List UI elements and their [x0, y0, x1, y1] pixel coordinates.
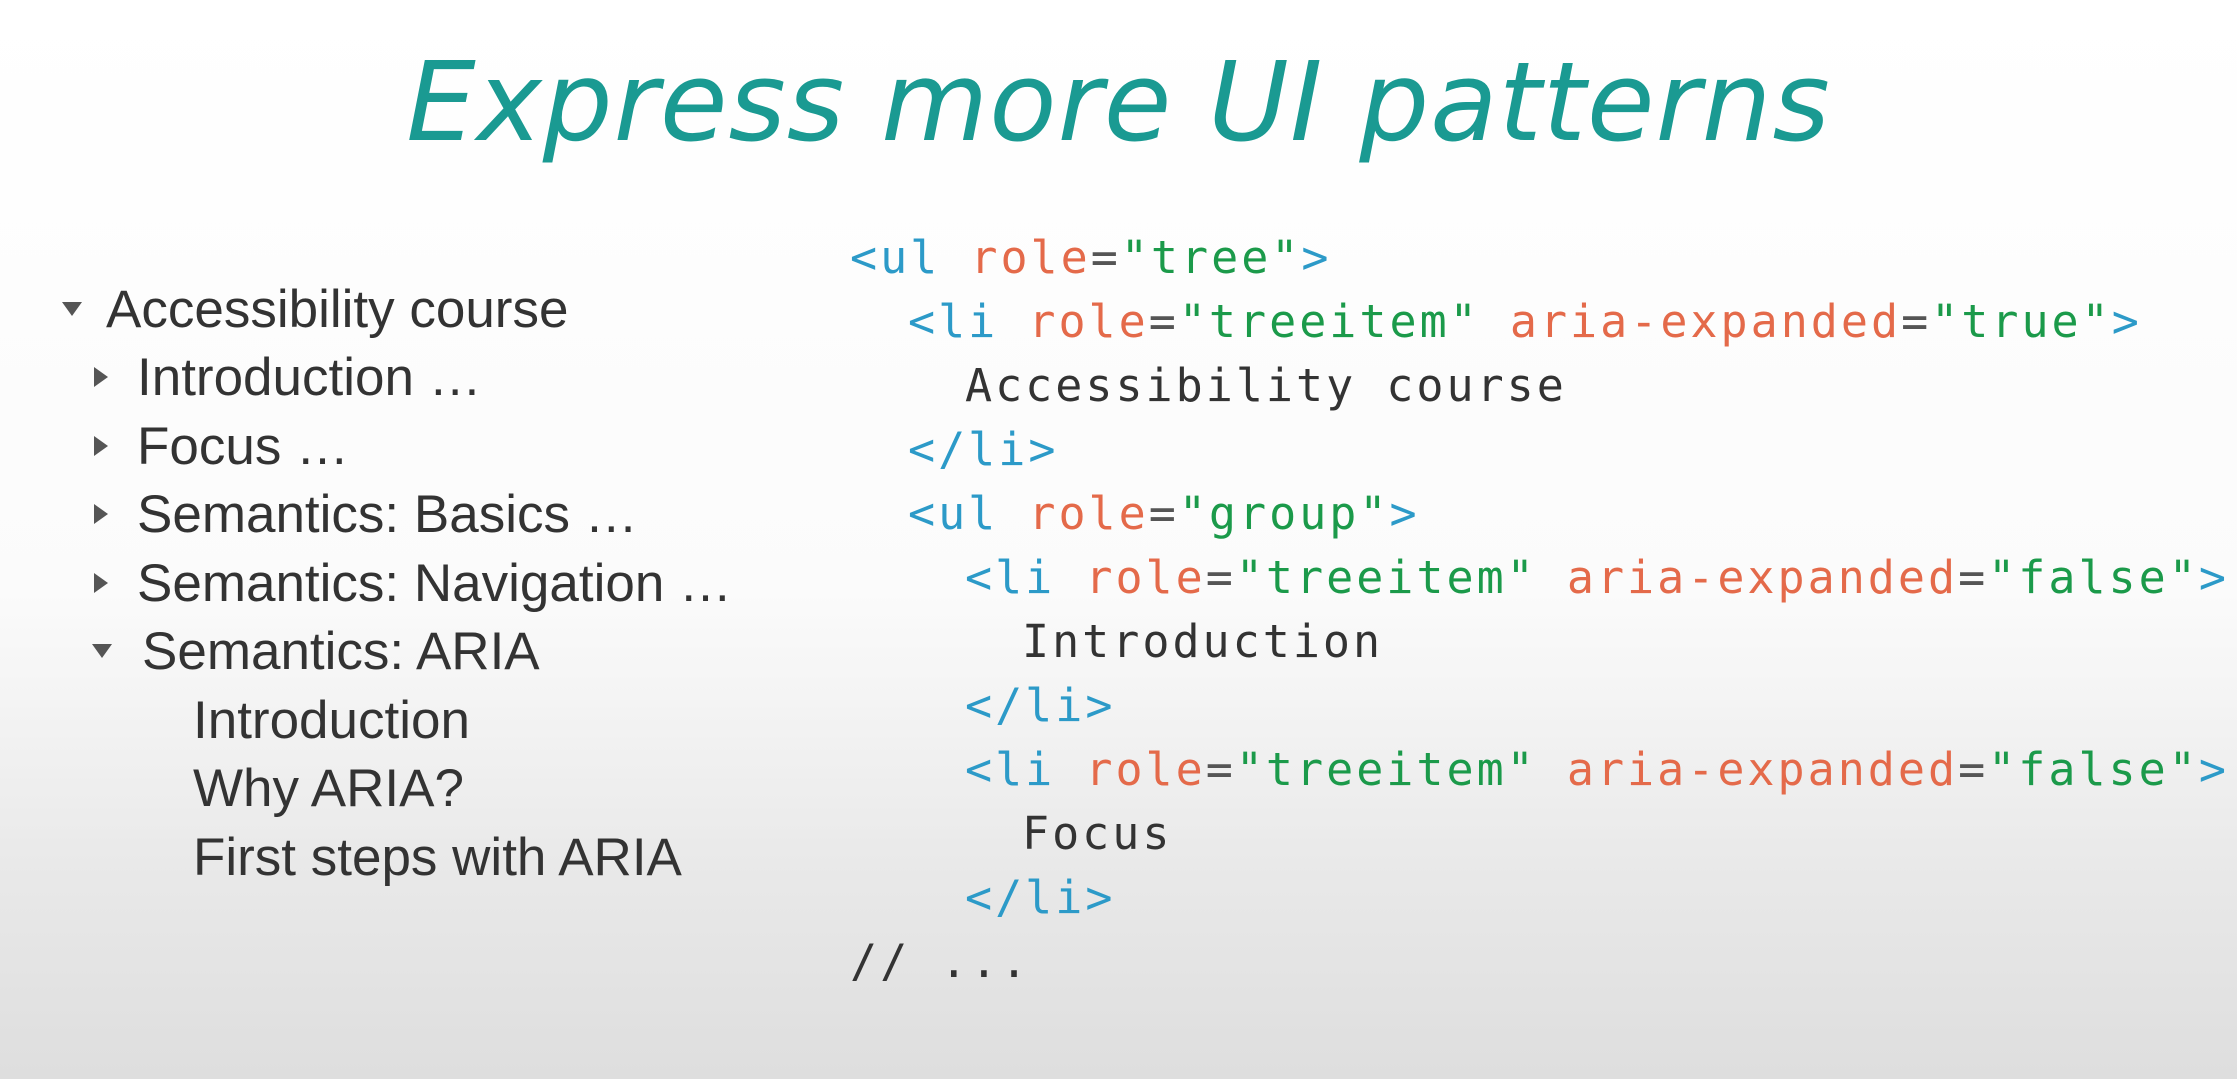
tree-item-label: Semantics: Basics … — [137, 484, 638, 544]
tree-item-label: Semantics: ARIA — [142, 621, 540, 681]
code-equals: = — [1901, 295, 1932, 348]
code-attribute: aria-expanded — [1566, 551, 1959, 604]
code-attribute: role — [1028, 487, 1149, 540]
code-equals: = — [1958, 551, 1989, 604]
code-attribute: role — [970, 231, 1091, 284]
code-string: "false" — [1988, 743, 2199, 796]
code-string: "group" — [1178, 487, 1390, 540]
code-string: "false" — [1988, 551, 2199, 604]
collapsed-triangle-icon[interactable] — [94, 573, 108, 593]
code-tag: > — [2198, 743, 2229, 796]
code-tag: > — [2111, 295, 2142, 348]
code-line: <li role="treeitem" aria-expanded="true"… — [908, 290, 2142, 354]
tree-item-semantics-navigation[interactable]: Semantics: Navigation … — [90, 550, 732, 616]
code-text: Focus — [1022, 807, 1173, 860]
tree-item-label: Focus … — [137, 416, 350, 476]
code-line: <ul role="group"> — [908, 482, 1420, 546]
code-tag: > — [1301, 231, 1332, 284]
tree-item-focus[interactable]: Focus … — [90, 413, 349, 479]
tree-item-accessibility-course[interactable]: Accessibility course — [62, 276, 568, 342]
code-line: <ul role="tree"> — [850, 226, 1332, 290]
tree-item-label: Why ARIA? — [193, 758, 464, 818]
code-tag: <li — [965, 743, 1056, 796]
code-equals: = — [1205, 551, 1236, 604]
slide-title: Express more UI patterns — [406, 38, 1831, 166]
code-tag: <ul — [850, 231, 941, 284]
code-string: "treeitem" — [1235, 743, 1537, 796]
code-equals: = — [1205, 743, 1236, 796]
tree-item-why-aria[interactable]: Why ARIA? — [193, 755, 464, 821]
code-tag: <li — [908, 295, 999, 348]
code-equals: = — [1958, 743, 1989, 796]
tree-item-label: Introduction — [193, 690, 470, 750]
code-tag: <ul — [908, 487, 999, 540]
tree-item-semantics-aria[interactable]: Semantics: ARIA — [90, 618, 540, 684]
code-equals: = — [1090, 231, 1121, 284]
code-line: <li role="treeitem" aria-expanded="false… — [965, 546, 2229, 610]
code-tag: </li> — [965, 679, 1116, 732]
collapsed-triangle-icon[interactable] — [94, 436, 108, 456]
tree-item-aria-introduction[interactable]: Introduction — [193, 687, 470, 753]
code-comment: // ... — [850, 935, 1031, 988]
code-attribute: aria-expanded — [1566, 743, 1959, 796]
code-string: "treeitem" — [1178, 295, 1480, 348]
code-string: "tree" — [1120, 231, 1302, 284]
expanded-triangle-icon[interactable] — [62, 302, 82, 316]
code-text: Accessibility course — [965, 359, 1567, 412]
tree-item-label: Introduction … — [137, 347, 482, 407]
code-attribute: role — [1085, 743, 1206, 796]
collapsed-triangle-icon[interactable] — [94, 504, 108, 524]
code-line: <li role="treeitem" aria-expanded="false… — [965, 738, 2229, 802]
code-attribute: role — [1028, 295, 1149, 348]
tree-item-label: Semantics: Navigation … — [137, 553, 733, 613]
code-tag: <li — [965, 551, 1056, 604]
tree-item-first-steps-with-aria[interactable]: First steps with ARIA — [193, 824, 682, 890]
code-string: "true" — [1931, 295, 2112, 348]
code-string: "treeitem" — [1235, 551, 1537, 604]
tree-item-semantics-basics[interactable]: Semantics: Basics … — [90, 481, 638, 547]
tree-item-introduction[interactable]: Introduction … — [90, 344, 482, 410]
code-equals: = — [1148, 295, 1179, 348]
expanded-triangle-icon[interactable] — [92, 644, 112, 658]
code-attribute: role — [1085, 551, 1206, 604]
code-tag: > — [1389, 487, 1420, 540]
code-attribute: aria-expanded — [1509, 295, 1902, 348]
code-tag: > — [2198, 551, 2229, 604]
tree-item-label: Accessibility course — [106, 279, 569, 339]
code-tag: </li> — [965, 871, 1116, 924]
collapsed-triangle-icon[interactable] — [94, 367, 108, 387]
tree-item-label: First steps with ARIA — [193, 827, 682, 887]
code-tag: </li> — [908, 423, 1059, 476]
code-equals: = — [1148, 487, 1179, 540]
code-text: Introduction — [1022, 615, 1384, 668]
